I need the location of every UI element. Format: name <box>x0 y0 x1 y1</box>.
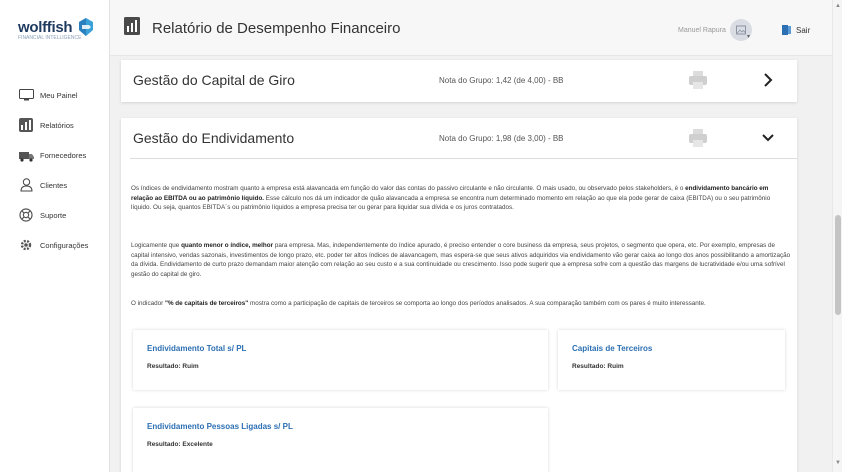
logout-icon <box>782 25 791 35</box>
result-label: Resultado: <box>572 363 606 370</box>
paragraph-text: O indicador <box>131 300 165 307</box>
indicator-card[interactable]: Endividamento Total s/ PL Resultado: Rui… <box>133 330 548 390</box>
sidebar-item-relatorios[interactable]: Relatórios <box>18 110 88 140</box>
result-value: Excelente <box>182 441 213 448</box>
page-title: Relatório de Desempenho Financeiro <box>152 20 401 37</box>
main-content: Gestão do Capital de Giro Nota do Grupo:… <box>110 56 832 472</box>
top-header: Relatório de Desempenho Financeiro Manue… <box>110 0 832 56</box>
card-title: Endividamento Pessoas Ligadas s/ PL <box>147 422 293 431</box>
logout-button[interactable]: Sair <box>782 25 810 35</box>
card-result: Resultado: Excelente <box>147 441 213 448</box>
scrollbar[interactable]: ▲ ▼ <box>832 0 842 472</box>
sidebar-item-label: Fornecedores <box>40 150 87 160</box>
card-title: Endividamento Total s/ PL <box>147 344 247 353</box>
section-divider <box>130 158 797 159</box>
user-photo-icon <box>736 25 746 35</box>
result-label: Resultado: <box>147 441 181 448</box>
paragraph-3: O indicador "% de capitais de terceiros"… <box>131 299 791 309</box>
sidebar: wolffish FINANCIAL INTELLIGENCE Meu Pain… <box>0 0 110 472</box>
sidebar-item-suporte[interactable]: Suporte <box>18 200 88 230</box>
result-value: Ruim <box>607 363 624 370</box>
section-grade: Nota do Grupo: 1,98 (de 3,00) - BB <box>439 134 564 143</box>
paragraph-text: Logicamente que <box>131 242 182 249</box>
paragraph-1: Os índices de endividamento mostram quan… <box>131 184 791 213</box>
chevron-right-icon[interactable] <box>761 72 775 88</box>
logo-text: wolffish <box>18 18 73 36</box>
section-title[interactable]: Gestão do Endividamento <box>133 130 294 146</box>
sidebar-item-label: Configurações <box>40 240 89 250</box>
chevron-down-icon[interactable] <box>761 130 775 146</box>
sidebar-item-fornecedores[interactable]: Fornecedores <box>18 140 88 170</box>
logo[interactable]: wolffish FINANCIAL INTELLIGENCE <box>18 16 97 41</box>
print-icon[interactable] <box>688 70 708 90</box>
section-debt-management: Gestão do Endividamento Nota do Grupo: 1… <box>121 118 797 472</box>
paragraph-bold-text: "% de capitais de terceiros" <box>164 300 249 307</box>
support-icon <box>18 207 34 223</box>
reports-icon <box>18 117 34 133</box>
card-result: Resultado: Ruim <box>147 363 199 370</box>
card-result: Resultado: Ruim <box>572 363 624 370</box>
report-document-icon <box>124 17 140 35</box>
scroll-down-icon[interactable]: ▼ <box>835 460 841 466</box>
sidebar-nav: Meu Painel Relatórios Fornecedores Clien… <box>18 80 88 260</box>
scroll-up-icon[interactable]: ▲ <box>835 3 841 9</box>
indicator-card[interactable]: Endividamento Pessoas Ligadas s/ PL Resu… <box>133 408 548 472</box>
section-working-capital[interactable]: Gestão do Capital de Giro Nota do Grupo:… <box>121 60 797 102</box>
sidebar-item-label: Clientes <box>40 180 68 190</box>
monitor-icon <box>18 87 34 103</box>
print-icon[interactable] <box>688 128 708 148</box>
paragraph-bold-text: quanto menor o índice, melhor <box>181 242 274 249</box>
paragraph-text: mostra como a participação de capitais d… <box>248 300 706 307</box>
settings-icon <box>18 237 34 253</box>
paragraph-2: Logicamente que quanto menor o índice, m… <box>131 241 791 279</box>
clients-icon <box>18 177 34 193</box>
sidebar-item-label: Relatórios <box>40 120 74 130</box>
scrollbar-thumb[interactable] <box>835 215 841 315</box>
indicator-card[interactable]: Capitais de Terceiros Resultado: Ruim <box>558 330 785 390</box>
sidebar-item-meu-painel[interactable]: Meu Painel <box>18 80 88 110</box>
app-root: wolffish FINANCIAL INTELLIGENCE Meu Pain… <box>0 0 842 472</box>
result-label: Resultado: <box>147 363 181 370</box>
logout-label: Sair <box>796 25 811 35</box>
user-name[interactable]: Manuel Rapura <box>678 27 726 34</box>
section-grade: Nota do Grupo: 1,42 (de 4,00) - BB <box>439 76 564 85</box>
card-title: Capitais de Terceiros <box>572 344 653 353</box>
result-value: Ruim <box>182 363 199 370</box>
paragraph-text: Os índices de endividamento mostram quan… <box>131 185 686 192</box>
suppliers-icon <box>18 147 34 163</box>
sidebar-item-label: Meu Painel <box>40 90 78 100</box>
sidebar-item-configuracoes[interactable]: Configurações <box>18 230 88 260</box>
sidebar-item-clientes[interactable]: Clientes <box>18 170 88 200</box>
section-title: Gestão do Capital de Giro <box>133 72 295 88</box>
logo-subtitle: FINANCIAL INTELLIGENCE <box>18 35 82 41</box>
chevron-down-icon[interactable]: ▾ <box>747 33 750 40</box>
sidebar-item-label: Suporte <box>40 210 67 220</box>
